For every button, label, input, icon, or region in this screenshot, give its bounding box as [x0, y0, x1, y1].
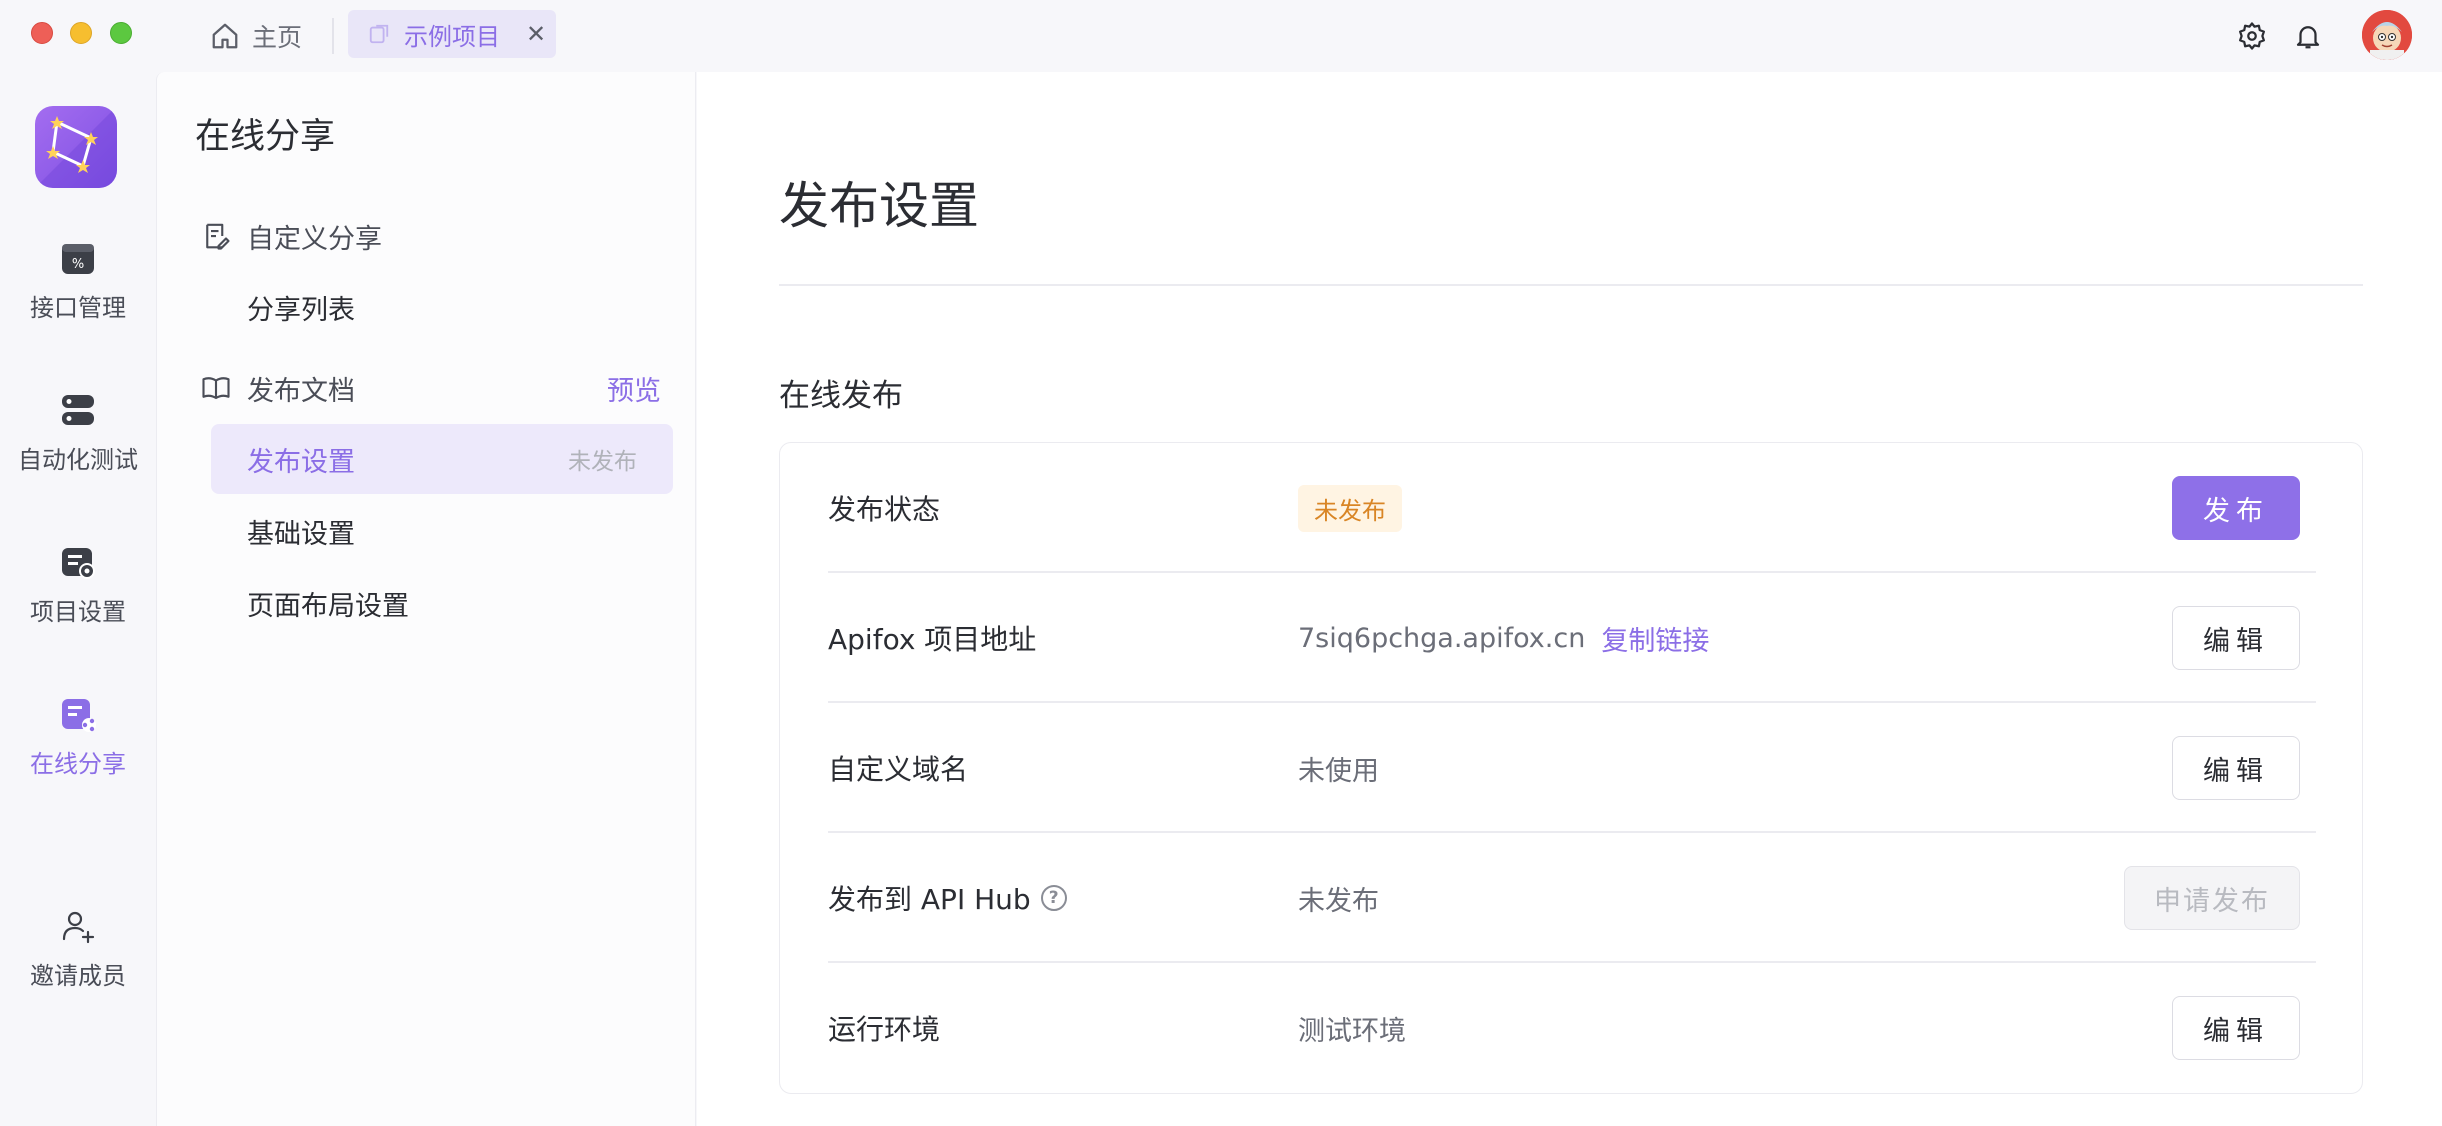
edit-address-button[interactable]: 编辑	[2172, 606, 2300, 670]
rail-item-api[interactable]: % 接口管理	[0, 238, 156, 323]
row-value: 未使用	[1298, 749, 1379, 788]
copy-link-button[interactable]: 复制链接	[1601, 619, 1709, 658]
sidebar-title: 在线分享	[195, 117, 336, 157]
window-close-button[interactable]	[31, 22, 53, 44]
row-value: 未发布	[1298, 484, 1402, 532]
sidebar-item-share-list-label: 分享列表	[247, 294, 355, 326]
document-edit-icon	[206, 223, 230, 250]
avatar[interactable]	[2362, 10, 2412, 60]
sidebar-group-publish-docs[interactable]: 发布文档 预览	[201, 368, 661, 408]
title-divider	[779, 284, 2363, 286]
app-rail: % 接口管理 自动化测试 项目设置 在线分享 邀请成员	[0, 72, 156, 1126]
title-bar: 主页 示例项目 ✕	[0, 0, 2442, 72]
sidebar-item-basic-settings-label: 基础设置	[247, 518, 355, 550]
apihub-value: 未发布	[1298, 885, 1379, 917]
publish-button[interactable]: 发布	[2172, 476, 2300, 540]
main-content: 发布设置 在线发布 发布状态 未发布 发布 Apifox 项目地址 7siq6p…	[697, 72, 2442, 1126]
page-title: 发布设置	[779, 177, 979, 235]
row-run-environment: 运行环境 测试环境 编辑	[828, 963, 2316, 1093]
close-icon[interactable]: ✕	[526, 20, 546, 48]
row-publish-status: 发布状态 未发布 发布	[828, 443, 2316, 573]
sidebar-item-page-layout-settings[interactable]: 页面布局设置	[211, 568, 673, 638]
row-api-hub: 发布到 API Hub ? 未发布 申请发布	[828, 833, 2316, 963]
sidebar-item-publish-settings[interactable]: 发布设置 未发布	[211, 424, 673, 494]
window-minimize-button[interactable]	[70, 22, 92, 44]
rail-label-api: 接口管理	[30, 294, 126, 322]
status-badge: 未发布	[1298, 484, 1402, 532]
add-user-icon	[62, 911, 95, 944]
sidebar-group-custom-share[interactable]: 自定义分享	[201, 216, 661, 256]
row-label: 发布到 API Hub ?	[828, 878, 1298, 918]
domain-value: 未使用	[1298, 755, 1379, 787]
share-icon	[62, 699, 96, 732]
edit-environment-button[interactable]: 编辑	[2172, 996, 2300, 1060]
svg-text:%: %	[72, 257, 84, 272]
sidebar-item-page-layout-settings-label: 页面布局设置	[247, 590, 409, 622]
project-tab-icon	[369, 24, 389, 44]
app-logo	[35, 106, 117, 188]
window-maximize-button[interactable]	[110, 22, 132, 44]
project-url: 7siq6pchga.apifox.cn	[1298, 622, 1586, 654]
apply-publish-button[interactable]: 申请发布	[2124, 866, 2300, 930]
gear-icon[interactable]	[2232, 16, 2272, 56]
tab-project[interactable]: 示例项目 ✕	[348, 10, 556, 58]
environment-value: 测试环境	[1298, 1015, 1406, 1047]
rail-item-automation[interactable]: 自动化测试	[0, 390, 156, 475]
sidebar-group-publish-docs-label: 发布文档	[247, 375, 355, 407]
row-label: 自定义域名	[828, 753, 969, 786]
row-value: 7siq6pchga.apifox.cn 复制链接	[1298, 619, 1709, 658]
share-sidebar: 在线分享 自定义分享 分享列表 发布文档 预览 发布设置 未发布 基础设置 页面…	[156, 72, 696, 1126]
section-title: 在线发布	[779, 378, 903, 414]
preview-link[interactable]: 预览	[607, 369, 661, 408]
api-icon: %	[62, 244, 94, 274]
project-settings-icon	[62, 548, 95, 579]
row-label: 发布状态	[828, 493, 941, 526]
rail-item-share[interactable]: 在线分享	[0, 694, 156, 779]
row-label: 运行环境	[828, 1013, 941, 1046]
rail-item-project-settings[interactable]: 项目设置	[0, 542, 156, 627]
automation-icon	[62, 395, 94, 425]
rail-label-share: 在线分享	[30, 750, 126, 778]
sidebar-group-custom-share-label: 自定义分享	[247, 223, 382, 255]
rail-label-project-settings: 项目设置	[30, 598, 126, 626]
row-label-text: 发布到 API Hub	[828, 883, 1031, 916]
row-custom-domain: 自定义域名 未使用 编辑	[828, 703, 2316, 833]
rail-label-automation: 自动化测试	[18, 446, 138, 474]
sidebar-item-share-list[interactable]: 分享列表	[211, 272, 673, 342]
row-value: 未发布	[1298, 879, 1379, 918]
rail-item-invite[interactable]: 邀请成员	[0, 906, 156, 991]
row-label: Apifox 项目地址	[828, 623, 1037, 656]
publish-status-badge: 未发布	[568, 449, 637, 475]
bell-icon[interactable]	[2288, 16, 2328, 56]
tab-home-label: 主页	[252, 23, 303, 52]
publish-settings-card: 发布状态 未发布 发布 Apifox 项目地址 7siq6pchga.apifo…	[779, 442, 2363, 1094]
rail-label-invite: 邀请成员	[30, 962, 126, 990]
home-icon	[212, 23, 238, 49]
sidebar-item-basic-settings[interactable]: 基础设置	[211, 496, 673, 566]
tab-separator	[332, 18, 334, 54]
tab-project-label: 示例项目	[404, 22, 500, 51]
row-value: 测试环境	[1298, 1009, 1406, 1048]
sidebar-item-publish-settings-label: 发布设置	[247, 446, 355, 478]
help-icon[interactable]: ?	[1040, 885, 1067, 911]
row-project-address: Apifox 项目地址 7siq6pchga.apifox.cn 复制链接 编辑	[828, 573, 2316, 703]
book-icon	[202, 377, 230, 400]
tab-home[interactable]: 主页	[210, 16, 302, 56]
edit-domain-button[interactable]: 编辑	[2172, 736, 2300, 800]
